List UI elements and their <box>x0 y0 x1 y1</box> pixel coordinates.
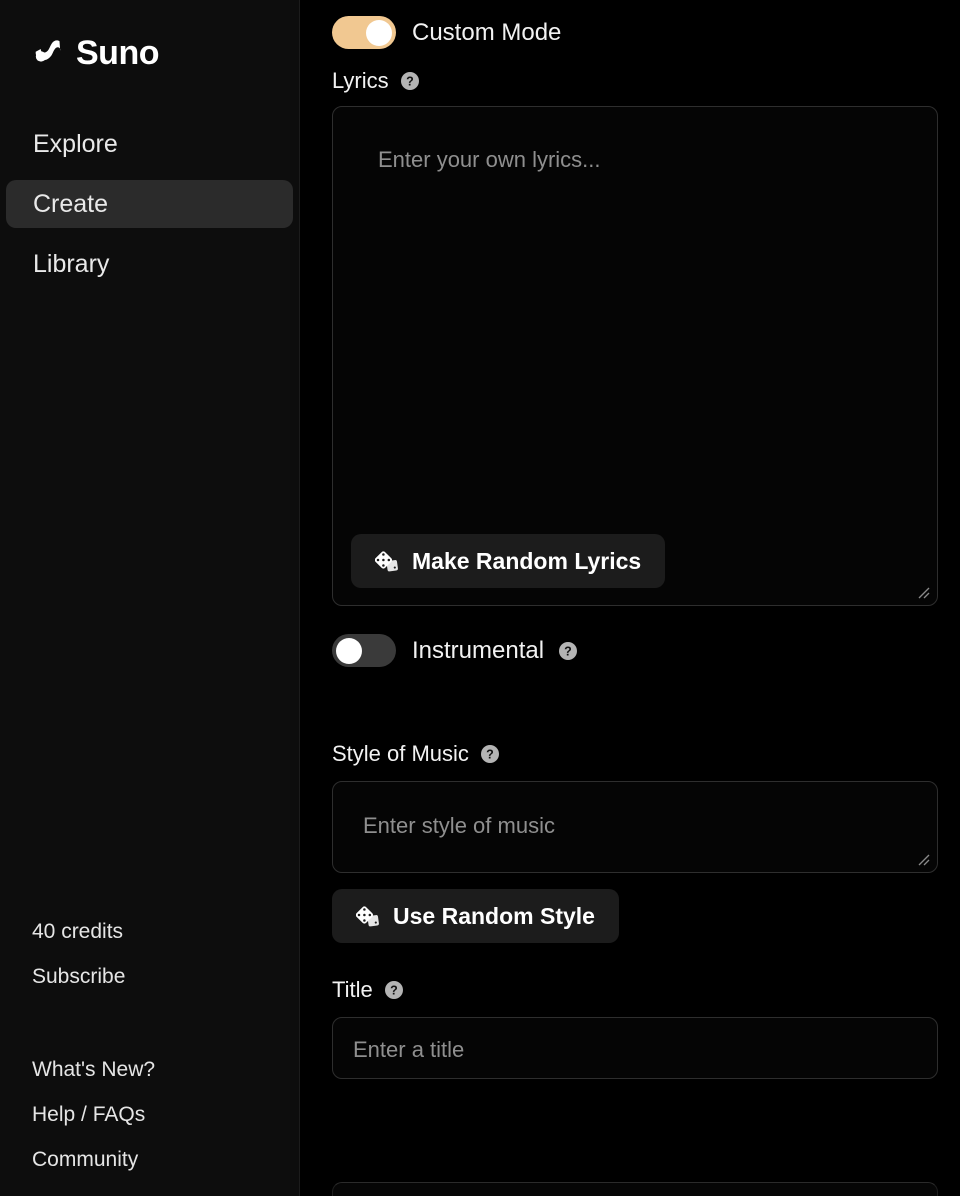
lyrics-label-row: Lyrics ? <box>332 70 938 92</box>
custom-mode-row: Custom Mode <box>332 16 938 49</box>
question-mark-circle-icon[interactable]: ? <box>400 71 420 91</box>
make-random-lyrics-wrap: Make Random Lyrics <box>351 534 665 588</box>
brand-name: Suno <box>76 36 159 70</box>
custom-mode-label: Custom Mode <box>412 21 561 45</box>
question-mark-circle-icon[interactable]: ? <box>558 641 578 661</box>
subscribe-link[interactable]: Subscribe <box>32 954 299 999</box>
dice-icon <box>375 549 399 573</box>
make-random-lyrics-label: Make Random Lyrics <box>412 548 641 575</box>
style-of-music-label: Style of Music <box>332 743 469 765</box>
sidebar: Suno Explore Create Library 40 credits S… <box>0 0 300 1196</box>
main-navigation: Explore Create Library <box>0 120 299 300</box>
use-random-style-label: Use Random Style <box>393 903 595 930</box>
toggle-knob <box>336 638 362 664</box>
title-input[interactable]: Enter a title <box>332 1017 938 1079</box>
sidebar-item-label: Library <box>33 250 109 279</box>
use-random-style-button[interactable]: Use Random Style <box>332 889 619 943</box>
toggle-knob <box>366 20 392 46</box>
style-of-music-input[interactable]: Enter style of music <box>332 781 938 873</box>
sidebar-item-create[interactable]: Create <box>6 180 293 228</box>
lyrics-placeholder: Enter your own lyrics... <box>378 149 601 171</box>
create-form: Custom Mode Lyrics ? Enter your own lyri… <box>300 0 960 1196</box>
make-random-lyrics-button[interactable]: Make Random Lyrics <box>351 534 665 588</box>
question-mark-circle-icon[interactable]: ? <box>480 744 500 764</box>
sidebar-item-library[interactable]: Library <box>6 240 293 288</box>
sidebar-spacer <box>0 300 299 909</box>
suno-wave-logo-icon <box>32 36 66 70</box>
lyrics-resize-handle[interactable] <box>916 585 932 601</box>
title-label-row: Title ? <box>332 979 938 1001</box>
next-section-edge <box>332 1182 938 1196</box>
brand[interactable]: Suno <box>0 0 299 78</box>
svg-text:?: ? <box>486 747 494 761</box>
suno-create-page: Suno Explore Create Library 40 credits S… <box>0 0 960 1196</box>
instrumental-label: Instrumental <box>412 639 544 663</box>
instrumental-row: Instrumental ? <box>332 634 938 667</box>
credits-label: 40 credits <box>32 909 299 954</box>
sidebar-item-label: Create <box>33 190 108 219</box>
title-placeholder: Enter a title <box>353 1039 464 1061</box>
svg-text:?: ? <box>564 644 572 658</box>
question-mark-circle-icon[interactable]: ? <box>384 980 404 1000</box>
sidebar-bottom-pad <box>0 1182 299 1196</box>
instrumental-toggle[interactable] <box>332 634 396 667</box>
footer-links: What's New? Help / FAQs Community <box>0 1047 299 1182</box>
style-resize-handle[interactable] <box>916 852 932 868</box>
help-faqs-link[interactable]: Help / FAQs <box>32 1092 299 1137</box>
sidebar-item-explore[interactable]: Explore <box>6 120 293 168</box>
lyrics-label: Lyrics <box>332 70 389 92</box>
whats-new-link[interactable]: What's New? <box>32 1047 299 1092</box>
style-label-row: Style of Music ? <box>332 743 938 765</box>
custom-mode-toggle[interactable] <box>332 16 396 49</box>
sidebar-divider-gap <box>0 999 299 1047</box>
account-links: 40 credits Subscribe <box>0 909 299 999</box>
svg-text:?: ? <box>406 74 414 88</box>
title-label: Title <box>332 979 373 1001</box>
style-of-music-placeholder: Enter style of music <box>363 815 555 837</box>
lyrics-textarea[interactable]: Enter your own lyrics... <box>332 106 938 606</box>
dice-icon <box>356 904 380 928</box>
community-link[interactable]: Community <box>32 1137 299 1182</box>
svg-text:?: ? <box>390 983 398 997</box>
sidebar-item-label: Explore <box>33 130 118 159</box>
